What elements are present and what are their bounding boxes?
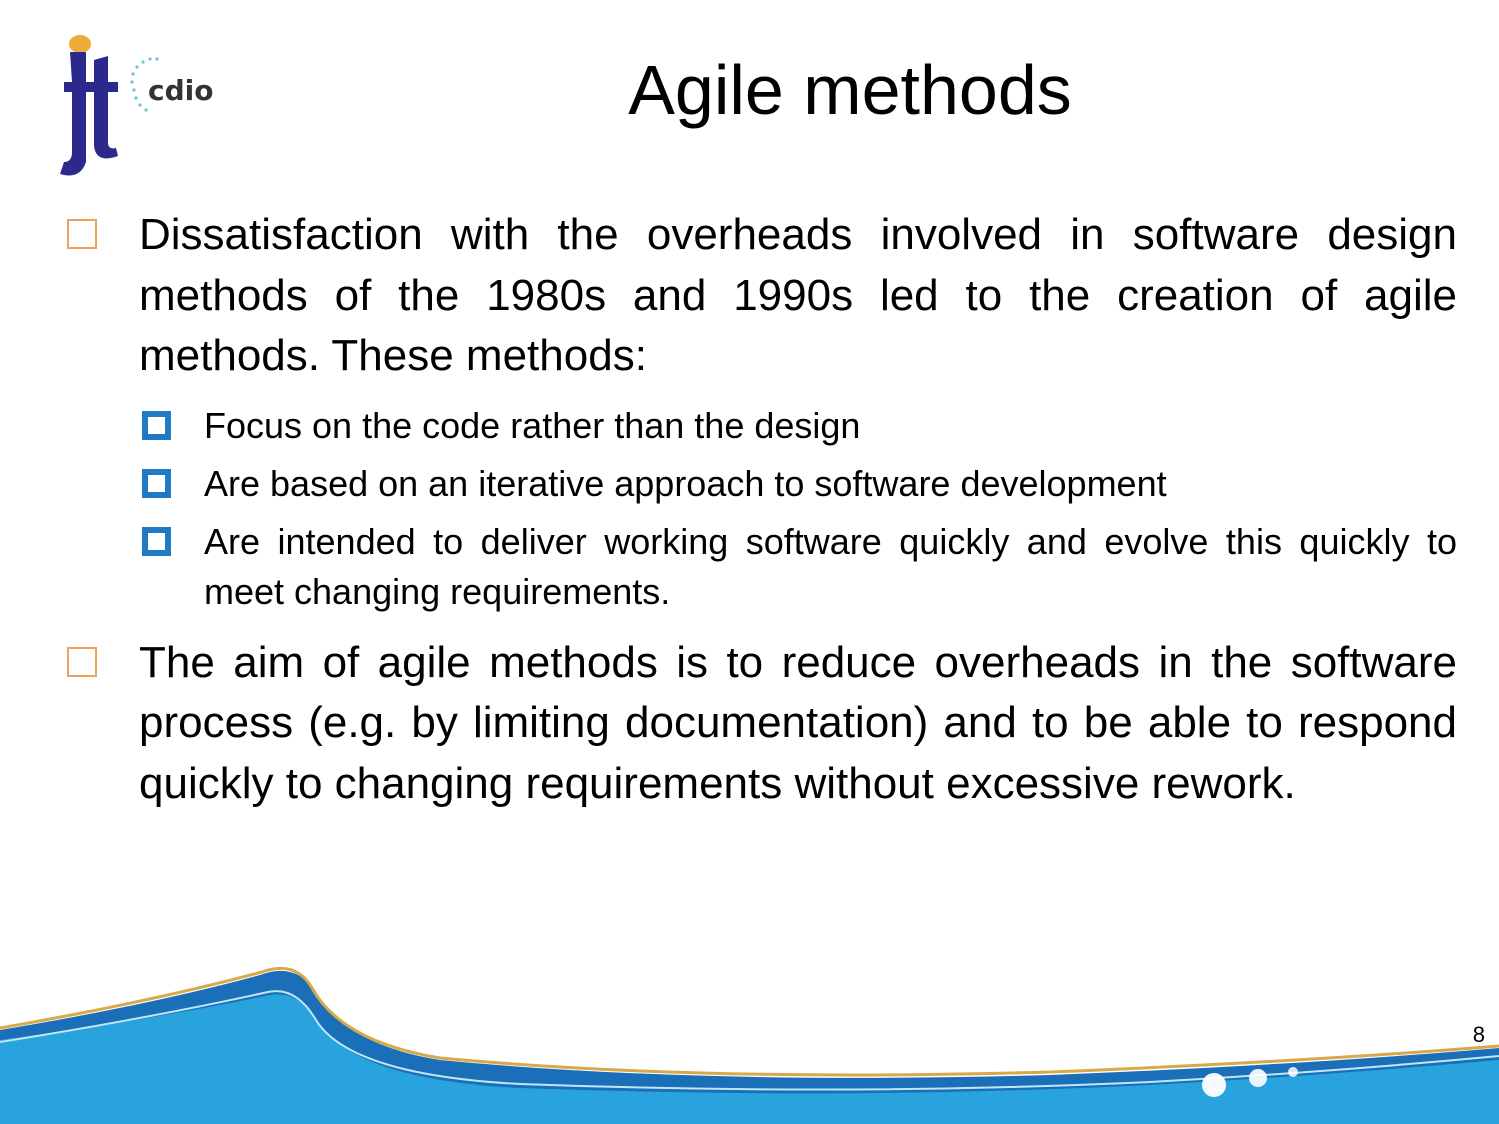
square-bullet-icon (142, 526, 171, 556)
wave-bubble (1288, 1067, 1298, 1077)
bullet-item: The aim of agile methods is to reduce ov… (67, 633, 1457, 815)
page-number: 8 (1472, 1022, 1485, 1047)
wave-light-band (0, 994, 1499, 1124)
logo-t-letter (88, 56, 118, 159)
fit-cdio-logo: cdio (40, 22, 230, 187)
square-bullet-icon (142, 468, 171, 498)
logo-f-letter (60, 52, 94, 176)
sub-bullet-text: Are intended to deliver working software… (204, 520, 1457, 612)
wave-bubble (1202, 1073, 1226, 1097)
footer-wave-decoration (0, 967, 1499, 1124)
page-title: Agile methods (628, 51, 1072, 129)
logo-graphic: cdio (60, 35, 213, 176)
sub-bullet-item: Are based on an iterative approach to so… (142, 459, 1457, 509)
sub-bullet-text: Focus on the code rather than the design (204, 404, 861, 446)
bullet-text: Dissatisfaction with the overheads invol… (139, 210, 1457, 380)
logo-text: cdio (148, 74, 213, 107)
wave-bubble (1249, 1069, 1267, 1087)
sub-bullet-item: Are intended to deliver working software… (142, 517, 1457, 617)
bullet-text: The aim of agile methods is to reduce ov… (139, 637, 1457, 808)
square-bullet-icon (67, 646, 97, 677)
square-bullet-icon (67, 219, 97, 249)
bullet-item: Dissatisfaction with the overheads invol… (67, 205, 1457, 387)
sub-bullet-item: Focus on the code rather than the design (142, 401, 1457, 451)
sub-bullet-text: Are based on an iterative approach to so… (204, 462, 1167, 504)
logo-dot (69, 35, 91, 53)
slide-content: Dissatisfaction with the overheads invol… (0, 205, 1499, 814)
square-bullet-icon (142, 410, 171, 440)
